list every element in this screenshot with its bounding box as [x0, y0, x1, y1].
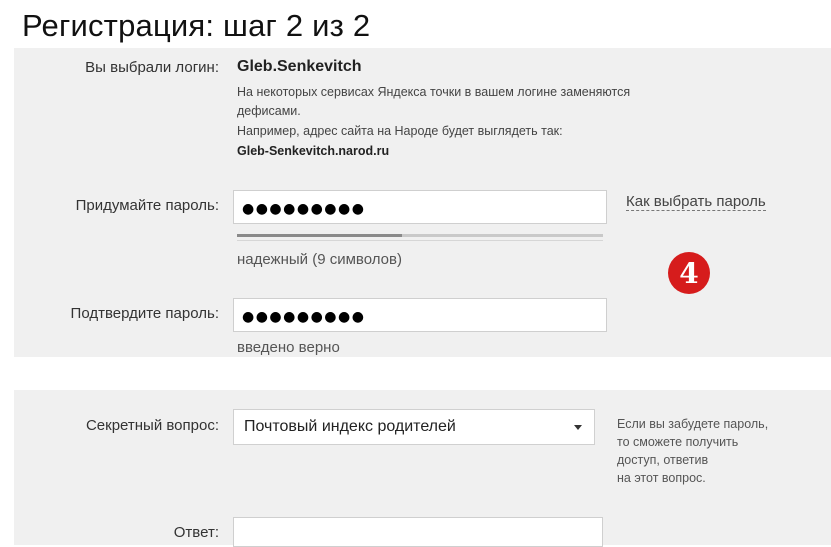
confirm-masked-value: ●●●●●●●●● [242, 309, 366, 325]
login-label: Вы выбрали логин: [85, 59, 219, 76]
login-note-line-3: Например, адрес сайта на Народе будет вы… [237, 124, 563, 138]
answer-input[interactable] [233, 517, 603, 547]
confirm-password-label: Подтвердите пароль: [70, 305, 219, 322]
password-masked-value: ●●●●●●●●● [242, 201, 366, 217]
password-strength-underline [237, 240, 603, 241]
hint-line: на этот вопрос. [617, 471, 706, 485]
secret-question-hint: Если вы забудете пароль, то сможете полу… [617, 415, 768, 487]
answer-label: Ответ: [173, 524, 219, 541]
chevron-down-icon [574, 425, 582, 430]
password-input[interactable]: ●●●●●●●●● [233, 190, 607, 224]
password-strength-meter [237, 234, 603, 237]
login-example-address: Gleb-Senkevitch.narod.ru [237, 144, 390, 158]
secret-question-label: Секретный вопрос: [85, 417, 219, 434]
hint-line: Если вы забудете пароль, [617, 417, 769, 431]
hint-line: доступ, ответив [617, 453, 709, 467]
confirm-status-text: введено верно [237, 339, 340, 356]
password-strength-text: надежный (9 символов) [237, 251, 402, 268]
hint-line: то сможете получить [617, 435, 739, 449]
step-number-badge: 4 [668, 252, 710, 294]
password-label: Придумайте пароль: [75, 197, 219, 214]
page-title: Регистрация: шаг 2 из 2 [22, 8, 371, 43]
password-strength-fill [237, 234, 402, 237]
secret-question-selected: Почтовый индекс родителей [244, 418, 456, 435]
login-note-line-1: На некоторых сервисах Яндекса точки в ва… [237, 85, 631, 99]
secret-question-select[interactable]: Почтовый индекс родителей [233, 409, 595, 445]
login-value: Gleb.Senkevitch [237, 58, 362, 75]
how-to-choose-password-link[interactable]: Как выбрать пароль [626, 193, 766, 211]
login-note-line-2: дефисами. [237, 104, 301, 118]
confirm-password-input[interactable]: ●●●●●●●●● [233, 298, 607, 332]
